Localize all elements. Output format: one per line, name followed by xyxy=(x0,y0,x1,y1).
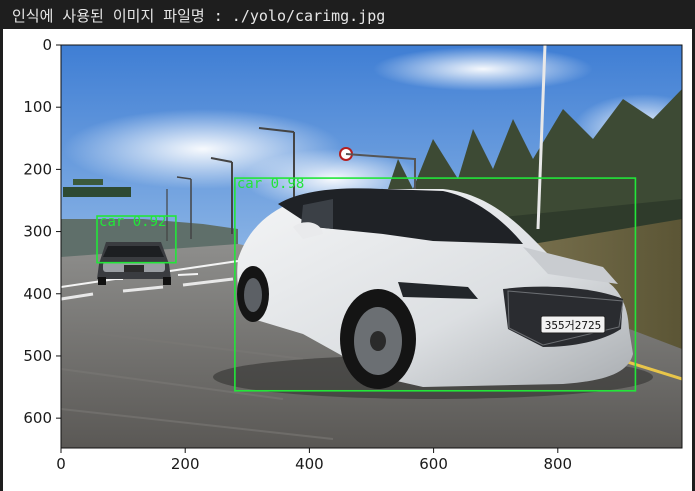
y-tick-label: 200 xyxy=(23,160,52,178)
y-axis: 0 100 200 300 400 500 600 xyxy=(23,36,61,427)
plot-output-area: 355거2725 car 0.92 car 0.98 0 200 400 600 800 … xyxy=(3,29,692,491)
cell-output-header: 인식에 사용된 이미지 파일명 : ./yolo/carimg.jpg xyxy=(0,0,695,28)
matplotlib-figure: 355거2725 car 0.92car 0.98 0 200 400 600 800 … xyxy=(23,36,683,473)
x-tick-label: 800 xyxy=(543,455,572,473)
y-tick-label: 0 xyxy=(42,36,52,54)
detection-label: car 0.92 xyxy=(99,214,166,230)
x-tick-label: 600 xyxy=(419,455,448,473)
license-plate-text: 355거2725 xyxy=(545,319,601,332)
x-tick-label: 200 xyxy=(171,455,200,473)
x-axis: 0 200 400 600 800 xyxy=(56,448,572,473)
x-tick-label: 400 xyxy=(295,455,324,473)
y-tick-label: 400 xyxy=(23,285,52,303)
filename-output-text: 인식에 사용된 이미지 파일명 : ./yolo/carimg.jpg xyxy=(12,7,386,25)
small-car-graphic xyxy=(97,242,171,285)
y-tick-label: 100 xyxy=(23,98,52,116)
detection-label: car 0.98 xyxy=(237,176,304,192)
car-photo: 355거2725 xyxy=(61,45,682,448)
y-tick-label: 300 xyxy=(23,223,52,241)
y-tick-label: 600 xyxy=(23,409,52,427)
y-tick-label: 500 xyxy=(23,347,52,365)
x-tick-label: 0 xyxy=(56,455,66,473)
